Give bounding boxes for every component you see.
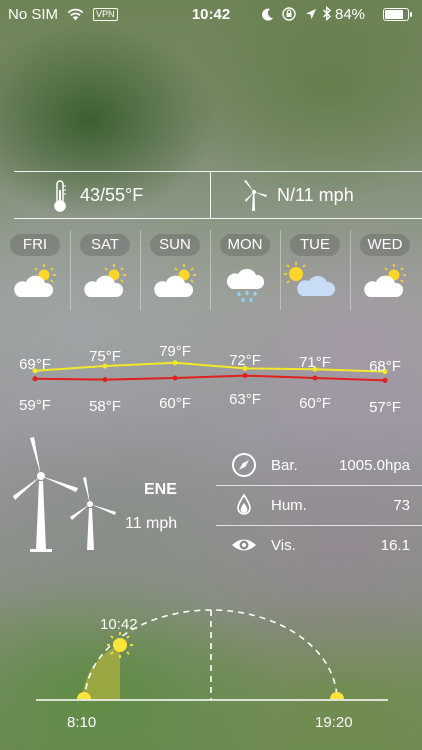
forecast-day[interactable]: WED [350, 228, 420, 312]
low-temp-line [34, 374, 386, 382]
day-label: TUE [290, 234, 340, 256]
moon-icon [262, 8, 273, 21]
rotation-lock-icon [282, 7, 296, 21]
low-temp-point [172, 375, 178, 381]
summary-wind: N/11 mph [277, 185, 354, 205]
detail-value: 16.1 [380, 537, 410, 554]
detail-row-visibility: Vis. 16.1 [216, 525, 422, 565]
sunrise-time: 8:10 [67, 714, 97, 731]
wind-turbines-icon [13, 437, 116, 552]
partly-cloudy-icon [14, 264, 56, 297]
sunset-time: 19:20 [315, 714, 353, 731]
detail-value: 73 [393, 497, 410, 514]
low-temp-label: 59°F [19, 397, 51, 414]
forecast-day[interactable]: MON [210, 228, 280, 312]
low-temp-label: 57°F [369, 399, 401, 416]
low-temp-point [382, 377, 388, 383]
status-bar: No SIM VPN 10:42 84% [0, 0, 422, 30]
temperature-chart: 69°F 75°F 79°F 72°F 71°F 68°F 59°F 58°F … [0, 340, 422, 420]
high-temp-label: 68°F [369, 358, 401, 375]
high-temp-label: 71°F [299, 354, 331, 371]
low-temp-label: 60°F [299, 395, 331, 412]
bluetooth-icon [323, 6, 332, 21]
summary-bar: 43/55°F N/11 mph [14, 171, 422, 219]
low-temp-label: 60°F [159, 395, 191, 412]
low-temp-label: 63°F [229, 391, 261, 408]
forecast-day[interactable]: SUN [140, 228, 210, 312]
low-temp-point [32, 376, 38, 382]
current-time-label: 10:42 [100, 616, 138, 633]
low-temp-point [102, 377, 108, 383]
detail-label: Hum. [271, 497, 307, 514]
forecast-day[interactable]: TUE [280, 228, 350, 312]
partly-cloudy-icon [84, 264, 126, 297]
wind-direction: ENE [144, 481, 177, 498]
day-label: MON [220, 234, 270, 256]
partly-cloudy-icon [364, 264, 406, 297]
sun-cloud-icon [284, 262, 336, 296]
high-temp-point [172, 360, 178, 366]
wind-speed: 11 mph [125, 515, 178, 532]
windmill-icon [244, 180, 267, 211]
sun-path-chart [36, 609, 388, 701]
low-temp-point [312, 375, 318, 381]
day-label: SAT [80, 234, 130, 256]
daylight-elapsed-area [82, 645, 120, 700]
detail-label: Vis. [271, 537, 296, 554]
detail-value: 1005.0hpa [339, 457, 410, 474]
low-temp-label: 58°F [89, 398, 121, 415]
detail-label: Bar. [271, 457, 298, 474]
forecast-days: FRI SAT SUN MON TUE WED [0, 0, 422, 310]
high-temp-label: 75°F [89, 348, 121, 365]
detail-row-pressure: Bar. 1005.0hpa [216, 445, 422, 485]
sunset-sun-icon [330, 692, 344, 699]
eye-icon [232, 539, 256, 551]
rain-icon [226, 268, 265, 302]
forecast-day[interactable]: FRI [0, 228, 70, 312]
thermometer-icon [54, 180, 66, 212]
forecast-day[interactable]: SAT [70, 228, 140, 312]
high-temp-label: 79°F [159, 343, 191, 360]
day-label: WED [360, 234, 410, 256]
summary-divider [210, 172, 211, 218]
battery-percent: 84% [335, 6, 366, 23]
drop-icon [237, 493, 251, 515]
location-arrow-icon [306, 9, 316, 19]
high-temp-label: 72°F [229, 352, 261, 369]
day-label: FRI [10, 234, 60, 256]
battery-icon [383, 8, 412, 21]
day-label: SUN [150, 234, 200, 256]
low-temp-point [242, 373, 248, 379]
summary-temp-range: 43/55°F [80, 185, 144, 205]
detail-row-humidity: Hum. 73 [216, 485, 422, 525]
high-temp-label: 69°F [19, 356, 51, 373]
partly-cloudy-icon [154, 264, 196, 297]
compass-icon [232, 453, 256, 477]
